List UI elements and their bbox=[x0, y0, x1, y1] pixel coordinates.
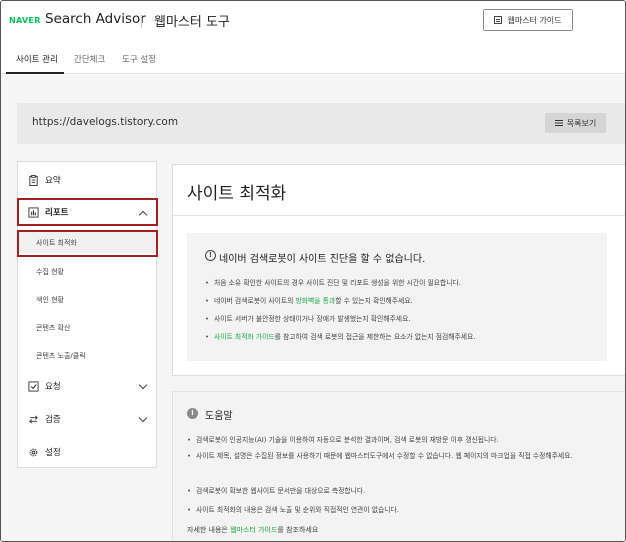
sidebar-item-label: 설정 bbox=[45, 448, 61, 458]
notice-item-text: 네이버 검색로봇이 사이트의 bbox=[214, 297, 296, 305]
naver-logo[interactable]: NAVER bbox=[9, 16, 41, 25]
sidebar-subitem-crawl-status[interactable]: 수집 현황 bbox=[18, 260, 156, 282]
top-header: NAVER Search Advisor 웹마스터 도구 웹마스터 가이드 bbox=[1, 1, 625, 41]
sidebar-item-request[interactable]: 요청 bbox=[18, 373, 156, 399]
book-icon bbox=[494, 16, 503, 24]
active-tab-indicator bbox=[6, 72, 64, 74]
notice-item: 네이버 검색로봇이 사이트의 방화벽을 통과할 수 있는지 확인해주세요. bbox=[205, 295, 413, 305]
title-divider bbox=[173, 215, 625, 216]
webmaster-guide-label: 웹마스터 가이드 bbox=[507, 15, 562, 25]
app-window: NAVER Search Advisor 웹마스터 도구 웹마스터 가이드 사이… bbox=[0, 0, 626, 542]
notice-title: 네이버 검색로봇이 사이트 진단을 할 수 없습니다. bbox=[219, 254, 426, 265]
notice-item: 사이트 서버가 불안정한 상태이거나 장애가 발생했는지 확인해주세요. bbox=[205, 313, 410, 323]
chevron-down-icon[interactable] bbox=[138, 380, 148, 390]
diagnosis-notice: ! 네이버 검색로봇이 사이트 진단을 할 수 없습니다. 처음 소유 확인한 … bbox=[187, 233, 607, 361]
warning-icon: ! bbox=[205, 250, 216, 261]
site-url: https://davelogs.tistory.com bbox=[32, 116, 179, 128]
highlight-report bbox=[17, 198, 158, 226]
info-icon: i bbox=[187, 408, 198, 419]
notice-item-text: 처음 소유 확인한 사이트의 경우 사이트 진단 및 리포트 생성을 위한 시간… bbox=[214, 279, 461, 287]
swap-arrows-icon bbox=[29, 415, 38, 423]
site-optimization-guide-link[interactable]: 사이트 최적화 가이드 bbox=[214, 333, 275, 341]
site-optimization-panel: 사이트 최적화 ! 네이버 검색로봇이 사이트 진단을 할 수 없습니다. 처음… bbox=[172, 164, 625, 376]
product-name[interactable]: Search Advisor bbox=[45, 11, 146, 27]
sidebar-subitem-label: 콘텐츠 노출/클릭 bbox=[36, 352, 86, 360]
site-list-label: 목록보기 bbox=[566, 118, 597, 128]
page-title: 사이트 최적화 bbox=[187, 184, 287, 204]
clipboard-icon bbox=[29, 174, 38, 186]
sidebar-subitem-index-status[interactable]: 색인 현황 bbox=[18, 288, 156, 310]
tab-site-management[interactable]: 사이트 관리 bbox=[16, 53, 58, 65]
help-panel: i 도움말 검색로봇이 인공지능(AI) 기술을 이용하여 자동으로 분석한 결… bbox=[172, 391, 625, 541]
notice-item-text: 할 수 있는지 확인해주세요. bbox=[335, 297, 413, 305]
notice-item-text: 를 참고하여 검색 로봇의 접근을 제한하는 요소가 없는지 점검해주세요. bbox=[274, 333, 476, 341]
checkbox-icon bbox=[28, 380, 39, 392]
sidebar-item-label: 검증 bbox=[45, 415, 61, 425]
sidebar-item-label: 요청 bbox=[45, 382, 61, 392]
list-icon bbox=[554, 120, 563, 126]
help-footer: 자세한 내용은 웹마스터 가이드를 참조하세요 bbox=[187, 525, 318, 535]
top-tabs: 사이트 관리 간단체크 도구 설정 bbox=[1, 41, 625, 74]
tab-quick-check[interactable]: 간단체크 bbox=[74, 53, 105, 65]
firewall-link[interactable]: 방화벽을 통과 bbox=[296, 297, 336, 305]
help-item: 사이트 최적화의 내용은 검색 노출 및 순위와 직접적인 연관이 없습니다. bbox=[187, 504, 399, 514]
tab-tool-settings[interactable]: 도구 설정 bbox=[122, 53, 156, 65]
help-footer-text: 를 참조하세요 bbox=[277, 526, 319, 534]
sidebar-subitem-label: 색인 현황 bbox=[36, 296, 64, 304]
sidebar-item-label: 요약 bbox=[45, 176, 61, 186]
gear-icon bbox=[29, 448, 38, 456]
notice-item-text: 사이트 서버가 불안정한 상태이거나 장애가 발생했는지 확인해주세요. bbox=[214, 315, 411, 323]
sidebar-subitem-content-exposure[interactable]: 콘텐츠 노출/클릭 bbox=[18, 344, 156, 366]
highlight-site-optimization bbox=[17, 230, 158, 257]
help-title: 도움말 bbox=[205, 411, 233, 422]
help-item: 사이트 제목, 설명은 수집된 정보를 사용하기 때문에 웹마스터도구에서 수정… bbox=[187, 450, 607, 462]
header-divider bbox=[141, 15, 142, 28]
help-item: 검색로봇이 인공지능(AI) 기술을 이용하여 자동으로 분석한 결과이며, 검… bbox=[187, 434, 499, 444]
sidebar-item-settings[interactable]: 설정 bbox=[18, 439, 156, 465]
section-title[interactable]: 웹마스터 도구 bbox=[154, 11, 230, 30]
notice-item: 사이트 최적화 가이드를 참고하여 검색 로봇의 접근을 제한하는 요소가 없는… bbox=[205, 331, 475, 341]
sidebar-subitem-label: 콘텐츠 확산 bbox=[36, 324, 71, 332]
sidebar-item-summary[interactable]: 요약 bbox=[18, 167, 156, 193]
chevron-down-icon[interactable] bbox=[138, 413, 148, 423]
sidebar-subitem-content-spread[interactable]: 콘텐츠 확산 bbox=[18, 316, 156, 338]
sidebar-subitem-label: 수집 현황 bbox=[36, 268, 64, 276]
help-footer-text: 자세한 내용은 bbox=[187, 526, 231, 534]
site-url-bar: https://davelogs.tistory.com 목록보기 bbox=[17, 103, 625, 144]
help-item: 검색로봇이 확보한 웹사이트 문서만을 대상으로 측정합니다. bbox=[187, 485, 365, 495]
webmaster-guide-button[interactable]: 웹마스터 가이드 bbox=[483, 9, 573, 31]
sidebar-item-verify[interactable]: 검증 bbox=[18, 406, 156, 432]
notice-item: 처음 소유 확인한 사이트의 경우 사이트 진단 및 리포트 생성을 위한 시간… bbox=[205, 277, 461, 287]
webmaster-guide-link[interactable]: 웹마스터 가이드 bbox=[230, 526, 277, 534]
site-list-button[interactable]: 목록보기 bbox=[545, 113, 606, 133]
